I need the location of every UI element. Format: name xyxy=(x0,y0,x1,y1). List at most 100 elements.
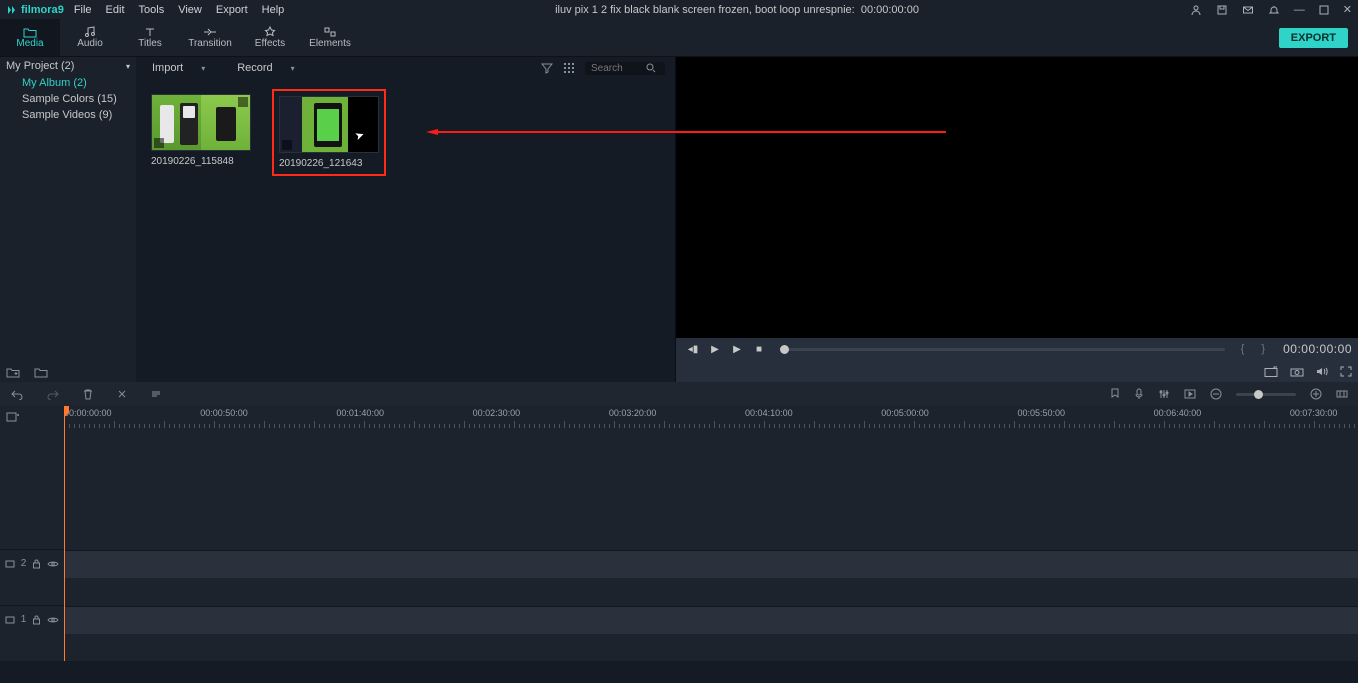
notification-icon[interactable] xyxy=(1268,4,1280,16)
track-row[interactable] xyxy=(64,550,1358,578)
search-icon xyxy=(646,63,656,73)
new-folder-icon[interactable] xyxy=(6,366,20,378)
zoom-plus-icon[interactable] xyxy=(1310,388,1322,400)
mark-in-out-icon[interactable]: { } xyxy=(1241,343,1268,355)
add-track-button[interactable] xyxy=(0,406,64,428)
clip-type-icon xyxy=(282,140,292,150)
redo-button[interactable] xyxy=(46,388,60,400)
eye-icon[interactable] xyxy=(47,560,59,568)
fullscreen-icon[interactable] xyxy=(1340,366,1352,377)
ruler-label: 00:05:00:00 xyxy=(881,408,929,418)
zoom-minus-icon[interactable] xyxy=(1210,388,1222,400)
menu-view[interactable]: View xyxy=(178,4,202,16)
clip-type-icon xyxy=(154,138,164,148)
ruler-label: 00:06:40:00 xyxy=(1154,408,1202,418)
library-item-samplecolors[interactable]: Sample Colors (15) xyxy=(0,91,136,107)
clip-badge-icon xyxy=(366,99,376,109)
clip-thumbnail: ➤ xyxy=(279,96,379,153)
camera-icon[interactable] xyxy=(1290,366,1304,377)
ruler-label: 00:01:40:00 xyxy=(336,408,384,418)
ruler-label: 00:04:10:00 xyxy=(745,408,793,418)
export-button[interactable]: EXPORT xyxy=(1279,28,1348,48)
library-root[interactable]: My Project (2) ▾ xyxy=(0,57,136,75)
track-headers: 2 1 xyxy=(0,406,64,661)
ruler-label: 00:03:20:00 xyxy=(609,408,657,418)
minimize-button[interactable]: — xyxy=(1294,4,1305,16)
save-icon[interactable] xyxy=(1216,4,1228,16)
folder-icon xyxy=(23,26,37,38)
ruler-label: 00:00:50:00 xyxy=(200,408,248,418)
folder-icon[interactable] xyxy=(34,366,48,378)
media-clip[interactable]: 20190226_115848 xyxy=(146,89,256,172)
library-item-samplevideos[interactable]: Sample Videos (9) xyxy=(0,107,136,123)
player-timecode: 00:00:00:00 xyxy=(1283,342,1352,356)
track-row[interactable] xyxy=(64,606,1358,634)
lock-icon[interactable] xyxy=(32,615,41,625)
clip-label: 20190226_121643 xyxy=(279,158,379,169)
mic-icon[interactable] xyxy=(1134,388,1144,400)
grid-view-icon[interactable] xyxy=(563,62,575,74)
document-title: iluv pix 1 2 fix black blank screen froz… xyxy=(298,4,1176,16)
tab-elements[interactable]: Elements xyxy=(300,19,360,56)
lock-icon[interactable] xyxy=(32,559,41,569)
mixer-icon[interactable] xyxy=(1158,388,1170,400)
track-header-2[interactable]: 2 xyxy=(0,549,64,577)
preview-panel: ◂▮ ▶ ▶ ■ { } 00:00:00:00 xyxy=(676,57,1358,382)
import-button[interactable]: Import▾ xyxy=(146,60,211,76)
media-clip[interactable]: ➤ 20190226_121643 xyxy=(272,89,386,176)
clip-thumbnail xyxy=(151,94,251,151)
ruler-label: 00:02:30:00 xyxy=(473,408,521,418)
library-sidebar: My Project (2) ▾ My Album (2) Sample Col… xyxy=(0,57,136,382)
titles-icon xyxy=(143,26,157,38)
preview-viewport xyxy=(676,57,1358,338)
tab-effects[interactable]: Effects xyxy=(240,19,300,56)
filter-icon[interactable] xyxy=(541,62,553,74)
maximize-button[interactable] xyxy=(1319,5,1329,15)
library-item-myalbum[interactable]: My Album (2) xyxy=(0,75,136,91)
render-icon[interactable] xyxy=(1184,388,1196,400)
tab-transition[interactable]: Transition xyxy=(180,19,240,56)
volume-icon[interactable] xyxy=(1316,366,1328,377)
media-browser: Import▾ Record▾ xyxy=(136,57,676,382)
menu-edit[interactable]: Edit xyxy=(106,4,125,16)
zoom-fit-icon[interactable] xyxy=(1336,388,1348,400)
effects-icon xyxy=(263,26,277,38)
transition-icon xyxy=(203,26,217,38)
marker-icon[interactable] xyxy=(1110,388,1120,400)
close-button[interactable]: ✕ xyxy=(1343,3,1352,16)
music-icon xyxy=(83,26,97,38)
video-track-icon xyxy=(5,559,15,569)
scrub-bar[interactable] xyxy=(780,348,1225,351)
search-input[interactable] xyxy=(585,62,665,75)
tab-audio[interactable]: Audio xyxy=(60,19,120,56)
track-header-1[interactable]: 1 xyxy=(0,605,64,633)
split-button[interactable] xyxy=(116,388,128,400)
tab-media[interactable]: Media xyxy=(0,19,60,56)
clip-label: 20190226_115848 xyxy=(151,156,251,167)
ruler-label: 00:05:50:00 xyxy=(1017,408,1065,418)
menu-export[interactable]: Export xyxy=(216,4,248,16)
timeline: 2 1 00:00:00:0000:00:50:0000:01:40:0000:… xyxy=(0,406,1358,661)
record-button[interactable]: Record▾ xyxy=(231,60,300,76)
ruler-label: 00:07:30:00 xyxy=(1290,408,1338,418)
zoom-slider[interactable] xyxy=(1236,393,1296,396)
prev-frame-button[interactable]: ◂▮ xyxy=(682,344,704,355)
playhead[interactable] xyxy=(64,406,65,661)
undo-button[interactable] xyxy=(10,388,24,400)
timeline-ruler[interactable]: 00:00:00:0000:00:50:0000:01:40:0000:02:3… xyxy=(64,406,1358,428)
menu-file[interactable]: File xyxy=(74,4,92,16)
eye-icon[interactable] xyxy=(47,616,59,624)
tab-titles[interactable]: Titles xyxy=(120,19,180,56)
tool-tabs: Media Audio Titles Transition Effects El… xyxy=(0,19,1358,57)
edit-button[interactable] xyxy=(150,388,162,400)
next-frame-button[interactable]: ▶ xyxy=(726,344,748,355)
mail-icon[interactable] xyxy=(1242,4,1254,16)
play-button[interactable]: ▶ xyxy=(704,344,726,355)
menu-help[interactable]: Help xyxy=(262,4,285,16)
menu-tools[interactable]: Tools xyxy=(139,4,165,16)
account-icon[interactable] xyxy=(1190,4,1202,16)
stop-button[interactable]: ■ xyxy=(748,344,770,355)
elements-icon xyxy=(323,26,337,38)
delete-button[interactable] xyxy=(82,388,94,400)
snapshot-icon[interactable] xyxy=(1264,366,1278,377)
